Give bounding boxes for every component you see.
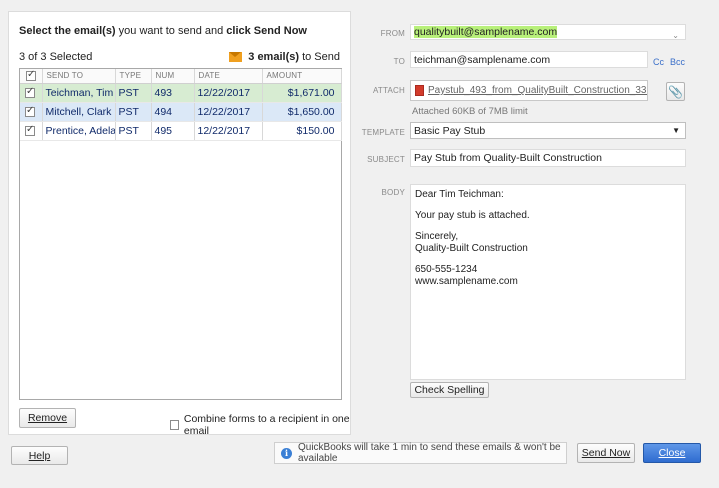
body-line: Your pay stub is attached. — [415, 210, 530, 221]
selected-count: 3 of 3 Selected — [19, 51, 93, 63]
recipient-panel: Select the email(s) you want to send and… — [8, 11, 351, 437]
body-signoff: Sincerely, — [415, 231, 459, 242]
table-row[interactable]: Mitchell, Clark PST 494 12/22/2017 $1,65… — [20, 102, 342, 122]
table-row[interactable]: Prentice, Adelaide PST 495 12/22/2017 $1… — [20, 121, 342, 141]
dropdown-arrow-icon: ▼ — [672, 126, 680, 135]
email-list-table: SEND TO TYPE NUM DATE AMOUNT Teichman, T… — [19, 68, 342, 400]
attach-label: ATTACH — [372, 86, 405, 95]
row-send-to: Prentice, Adelaide — [42, 121, 116, 141]
envelope-icon — [229, 52, 243, 62]
row-type: PST — [115, 102, 152, 122]
row-send-to: Teichman, Tim — [42, 83, 116, 103]
chevron-down-icon: ⌄ — [672, 31, 679, 40]
from-label: FROM — [380, 29, 405, 38]
body-label: BODY — [381, 188, 405, 197]
col-date[interactable]: DATE — [194, 69, 263, 84]
attachment-link[interactable]: Paystub_493_from_QualityBuilt_Constructi… — [428, 85, 647, 96]
from-value: qualitybuilt@samplename.com — [414, 26, 558, 38]
select-all-header[interactable] — [20, 69, 43, 84]
bcc-link[interactable]: Bcc — [670, 57, 685, 67]
to-label: TO — [393, 57, 405, 66]
col-amount[interactable]: AMOUNT — [262, 69, 342, 84]
paperclip-icon: 📎 — [668, 84, 683, 99]
row-type: PST — [115, 121, 152, 141]
body-greeting: Dear Tim Teichman: — [415, 189, 504, 200]
help-button[interactable]: Help — [11, 446, 68, 465]
row-checkbox[interactable] — [25, 86, 35, 98]
row-amount: $150.00 — [262, 121, 342, 141]
table-row[interactable]: Teichman, Tim PST 493 12/22/2017 $1,671.… — [20, 83, 342, 103]
send-now-button[interactable]: Send Now — [577, 443, 635, 463]
send-info-bar: i QuickBooks will take 1 min to send the… — [274, 442, 567, 464]
row-type: PST — [115, 83, 152, 103]
combine-label: Combine forms to a recipient in one emai… — [183, 413, 350, 437]
attachment-field[interactable]: Paystub_493_from_QualityBuilt_Constructi… — [410, 80, 648, 101]
row-num: 494 — [151, 102, 195, 122]
pdf-icon — [415, 85, 424, 96]
row-date: 12/22/2017 — [194, 102, 263, 122]
row-amount: $1,650.00 — [262, 102, 342, 122]
instruction-text: Select the email(s) you want to send and… — [19, 25, 307, 37]
info-icon: i — [281, 447, 292, 459]
combine-checkbox[interactable] — [170, 420, 179, 430]
combine-option[interactable]: Combine forms to a recipient in one emai… — [170, 413, 350, 437]
to-field[interactable]: teichman@samplename.com — [410, 51, 648, 68]
check-spelling-button[interactable]: Check Spelling — [410, 382, 489, 398]
row-num: 493 — [151, 83, 195, 103]
attachment-size-note: Attached 60KB of 7MB limit — [412, 106, 528, 117]
attach-button[interactable]: 📎 — [666, 82, 685, 101]
row-checkbox[interactable] — [25, 124, 35, 136]
body-company: Quality-Built Construction — [415, 243, 528, 254]
template-label: TEMPLATE — [361, 128, 405, 137]
body-textarea[interactable]: Dear Tim Teichman: Your pay stub is atta… — [410, 184, 686, 380]
row-amount: $1,671.00 — [262, 83, 342, 103]
email-count: 3 email(s) to Send — [229, 51, 340, 63]
col-num[interactable]: NUM — [151, 69, 195, 84]
body-website: www.samplename.com — [415, 276, 518, 287]
row-num: 495 — [151, 121, 195, 141]
row-date: 12/22/2017 — [194, 83, 263, 103]
row-send-to: Mitchell, Clark — [42, 102, 116, 122]
table-header: SEND TO TYPE NUM DATE AMOUNT — [20, 69, 342, 84]
remove-button[interactable]: Remove — [19, 408, 76, 428]
template-value: Basic Pay Stub — [414, 124, 486, 137]
close-button[interactable]: Close — [643, 443, 701, 463]
col-send-to[interactable]: SEND TO — [42, 69, 116, 84]
row-checkbox[interactable] — [25, 105, 35, 117]
row-date: 12/22/2017 — [194, 121, 263, 141]
template-select[interactable]: Basic Pay Stub ▼ — [410, 122, 686, 139]
select-all-checkbox[interactable] — [26, 69, 36, 81]
subject-label: SUBJECT — [367, 155, 405, 164]
col-type[interactable]: TYPE — [115, 69, 152, 84]
body-phone: 650-555-1234 — [415, 264, 478, 275]
send-info-text: QuickBooks will take 1 min to send these… — [298, 442, 561, 464]
cc-link[interactable]: Cc — [653, 57, 664, 67]
subject-field[interactable]: Pay Stub from Quality-Built Construction — [410, 149, 686, 167]
from-select[interactable]: qualitybuilt@samplename.com ⌄ — [410, 24, 686, 40]
